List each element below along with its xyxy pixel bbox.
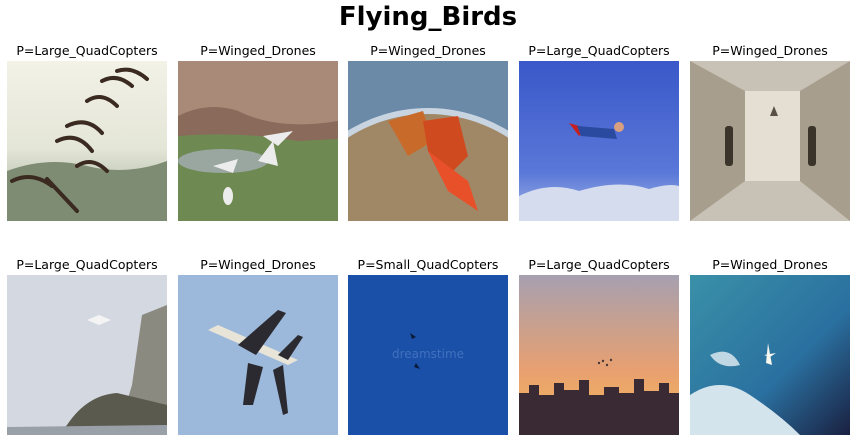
image-birds-blue-sky: dreamstime [348,275,508,435]
image-gull-cliff [7,275,167,435]
image-sunset-city [519,275,679,435]
prediction-label: P=Small_QuadCopters [357,257,499,272]
prediction-label: P=Winged_Drones [712,43,828,58]
prediction-label: P=Winged_Drones [370,43,486,58]
image-geese-flock [7,61,167,221]
figure-title: Flying_Birds [338,2,518,32]
image-egrets-pond [178,61,338,221]
image-superman-sky [519,61,679,221]
prediction-label: P=Large_QuadCopters [528,43,670,58]
image-bird-corridor [690,61,850,221]
watermark-text: dreamstime [391,347,465,361]
image-airliner [178,275,338,435]
prediction-label: P=Large_QuadCopters [528,257,670,272]
image-gull-blue-sky [690,275,850,435]
image-wingsuit-earth [348,61,508,221]
prediction-label: P=Winged_Drones [712,257,828,272]
